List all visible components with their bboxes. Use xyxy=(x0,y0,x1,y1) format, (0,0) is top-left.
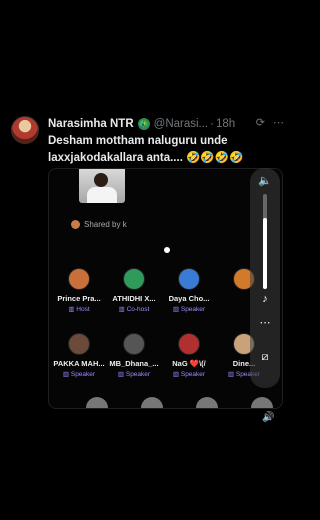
participant[interactable]: MB_Dhana_... ▥ Speaker xyxy=(106,333,162,378)
participant[interactable]: ATHIDHI X... ▥ Co-host xyxy=(106,268,162,313)
participant-role: ▥ Host xyxy=(68,306,90,313)
peacock-emoji-icon: 🦚 xyxy=(137,118,150,130)
participant-role: ▥ Speaker xyxy=(62,371,96,378)
author-avatar[interactable] xyxy=(11,116,39,144)
more-icon[interactable]: ⋯ xyxy=(273,116,284,129)
author-handle[interactable]: @Narasi... xyxy=(154,118,209,130)
space-card[interactable]: Shared by k Prince Pra... ▥ Host ATHIDHI X… xyxy=(48,168,283,409)
participant-role: ▥ Speaker xyxy=(172,371,206,378)
participant-name: Prince Pra... xyxy=(57,294,101,303)
volume-icon[interactable]: 🔊 xyxy=(262,412,274,423)
video-thumbnail[interactable] xyxy=(79,169,125,203)
participant-avatar[interactable] xyxy=(196,397,218,408)
tweet-header: Narasimha NTR 🦚 @Narasi... · 18h ⟳ ⋯ xyxy=(48,116,284,132)
participant-avatar xyxy=(178,268,200,290)
volume-fill xyxy=(263,217,267,289)
participant-name: NaG ❤️\(/ xyxy=(172,359,206,368)
more-icon[interactable]: ⋯ xyxy=(250,316,280,329)
participant-role: ▥ Speaker xyxy=(172,306,206,313)
shared-by: Shared by k xyxy=(71,220,127,229)
participant-avatar xyxy=(68,333,90,355)
speaking-indicator xyxy=(164,247,170,253)
participant-avatar[interactable] xyxy=(141,397,163,408)
separator: · xyxy=(210,118,214,130)
header-actions: ⟳ ⋯ xyxy=(256,116,284,129)
tweet-text: Desham mottham naluguru unde laxxjakodak… xyxy=(48,135,244,164)
refresh-icon[interactable]: ⟳ xyxy=(256,116,265,129)
player-controls: 🔈 ♪ ⋯ ⧄ xyxy=(250,168,280,388)
participant-role: ▥ Co-host xyxy=(118,306,150,313)
participant-name: Daya Cho... xyxy=(168,294,210,303)
participant-avatar[interactable] xyxy=(251,397,273,408)
participant[interactable]: NaG ❤️\(/ ▥ Speaker xyxy=(161,333,217,378)
participant-name: MB_Dhana_... xyxy=(109,359,159,368)
participant-role: ▥ Speaker xyxy=(117,371,151,378)
participant[interactable]: PAKKA MAH... ▥ Speaker xyxy=(51,333,107,378)
music-note-icon[interactable]: ♪ xyxy=(250,293,280,305)
participant-name: PAKKA MAH... xyxy=(53,359,105,368)
volume-slider[interactable] xyxy=(263,194,267,289)
participant-avatar xyxy=(68,268,90,290)
participant-name: ATHIDHI X... xyxy=(112,294,156,303)
participant-avatar xyxy=(178,333,200,355)
timestamp[interactable]: 18h xyxy=(216,118,235,130)
participant-avatar[interactable] xyxy=(86,397,108,408)
shared-by-text: Shared by k xyxy=(84,220,127,229)
participant-avatar xyxy=(123,268,145,290)
participant[interactable]: Daya Cho... ▥ Speaker xyxy=(161,268,217,313)
speaker-icon[interactable]: 🔈 xyxy=(250,174,280,187)
participant-avatar xyxy=(123,333,145,355)
author-name[interactable]: Narasimha NTR xyxy=(48,118,134,130)
sharer-avatar xyxy=(71,220,80,229)
participant[interactable]: Prince Pra... ▥ Host xyxy=(51,268,107,313)
caption-off-icon[interactable]: ⧄ xyxy=(250,351,280,364)
